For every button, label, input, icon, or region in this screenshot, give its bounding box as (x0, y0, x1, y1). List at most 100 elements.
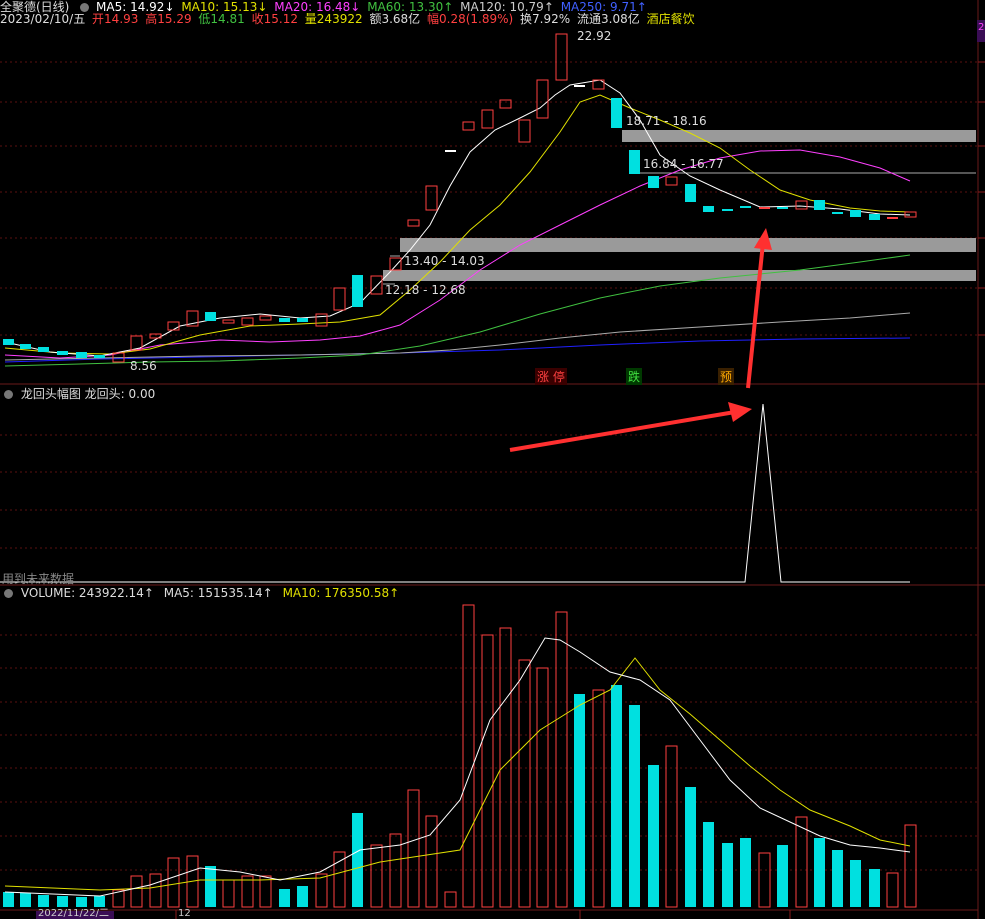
candle-flat[interactable] (887, 217, 898, 219)
volume-bar[interactable] (814, 838, 825, 907)
candle-down[interactable] (3, 339, 14, 345)
volume-bar[interactable] (259, 875, 272, 908)
fall-tag[interactable]: 跌 (626, 368, 643, 385)
candle-up[interactable] (518, 119, 531, 143)
volume-bar[interactable] (425, 815, 438, 908)
candle-flat[interactable] (759, 207, 770, 209)
candle-up[interactable] (481, 109, 494, 129)
volume-bar[interactable] (740, 838, 751, 907)
limit-up-tag[interactable]: 涨 停 (535, 368, 567, 385)
candle-up[interactable] (407, 219, 420, 227)
volume-bar[interactable] (297, 886, 308, 907)
volume-bar[interactable] (629, 705, 640, 907)
candle-up[interactable] (370, 275, 383, 295)
candle-flat[interactable] (740, 206, 751, 208)
volume-bar[interactable] (592, 689, 605, 908)
candle-down[interactable] (94, 355, 105, 358)
candle-down[interactable] (648, 176, 659, 188)
candle-flat[interactable] (445, 150, 456, 152)
chevron-down-icon[interactable] (4, 390, 13, 399)
candle-down[interactable] (205, 312, 216, 321)
kline-chart-canvas[interactable] (0, 0, 985, 919)
candle-up[interactable] (462, 121, 475, 131)
volume-bar[interactable] (869, 869, 880, 907)
candle-flat[interactable] (722, 209, 733, 211)
pre-tag[interactable]: 预 (718, 368, 735, 385)
candle-up[interactable] (259, 315, 272, 321)
volume-bar[interactable] (850, 860, 861, 907)
volume-bar[interactable] (407, 789, 420, 908)
candle-down[interactable] (611, 98, 622, 128)
volume-bar[interactable] (3, 892, 14, 907)
candle-up[interactable] (536, 79, 549, 119)
candle-down[interactable] (76, 352, 87, 358)
volume-bar[interactable] (685, 787, 696, 907)
volume-bar[interactable] (57, 896, 68, 907)
candle-down[interactable] (629, 150, 640, 174)
indicator-title[interactable]: 龙回头幅图 (21, 387, 81, 401)
volume-bar[interactable] (832, 850, 843, 907)
volume-bar[interactable] (665, 745, 678, 908)
candle-up[interactable] (222, 319, 235, 324)
volume-bar[interactable] (462, 604, 475, 908)
volume-bar[interactable] (167, 857, 180, 908)
candle-up[interactable] (665, 176, 678, 186)
volume-bar[interactable] (904, 824, 917, 908)
volume-bar[interactable] (38, 895, 49, 907)
candlesticks[interactable] (3, 33, 917, 363)
time-axis (0, 909, 978, 919)
volume-bar[interactable] (333, 851, 346, 908)
volume-bar[interactable] (205, 866, 216, 907)
candle-up[interactable] (389, 257, 402, 271)
volume-bar[interactable] (279, 889, 290, 907)
volume-bar[interactable] (536, 667, 549, 908)
candle-down[interactable] (279, 318, 290, 322)
volume-bar[interactable] (130, 875, 143, 908)
candle-down[interactable] (869, 214, 880, 220)
volume-bar[interactable] (795, 816, 808, 908)
volume-bar[interactable] (76, 897, 87, 907)
volume-bar[interactable] (648, 765, 659, 907)
candle-down[interactable] (703, 206, 714, 212)
candle-down[interactable] (814, 200, 825, 210)
volume-bar[interactable] (758, 852, 771, 908)
candle-down[interactable] (20, 344, 31, 349)
candle-down[interactable] (38, 347, 49, 352)
volume-bar[interactable] (555, 611, 568, 908)
candle-flat[interactable] (832, 212, 843, 214)
volume-bar[interactable] (611, 685, 622, 907)
candle-up[interactable] (795, 200, 808, 210)
volume-bar[interactable] (315, 873, 328, 908)
volume-bar[interactable] (886, 872, 899, 908)
candle-down[interactable] (850, 210, 861, 217)
candle-down[interactable] (57, 351, 68, 355)
volume-bar[interactable] (241, 875, 254, 908)
candle-up[interactable] (167, 321, 180, 331)
candle-flat[interactable] (777, 207, 788, 209)
volume-bar[interactable] (444, 891, 457, 908)
volume-bar[interactable] (370, 844, 383, 908)
volume-bar[interactable] (574, 694, 585, 907)
volume-bar[interactable] (94, 896, 105, 907)
candle-up[interactable] (499, 99, 512, 109)
candle-up[interactable] (425, 185, 438, 211)
volume-bar[interactable] (352, 813, 363, 907)
volume-bars[interactable] (3, 604, 917, 908)
candle-up[interactable] (333, 287, 346, 311)
candle-up[interactable] (315, 313, 328, 327)
volume-bar[interactable] (777, 845, 788, 907)
candle-down[interactable] (352, 275, 363, 307)
chevron-down-icon[interactable] (4, 589, 13, 598)
volume-bar[interactable] (722, 843, 733, 907)
candle-up[interactable] (241, 317, 254, 326)
candle-up[interactable] (555, 33, 568, 81)
volume-bar[interactable] (222, 879, 235, 908)
volume-bar[interactable] (703, 822, 714, 907)
volume-bar[interactable] (149, 873, 162, 908)
volume-ma10-line (4, 657, 911, 891)
candle-down[interactable] (297, 318, 308, 322)
volume-bar[interactable] (20, 893, 31, 907)
candle-down[interactable] (685, 184, 696, 202)
candle-flat[interactable] (574, 85, 585, 87)
volume-bar[interactable] (481, 634, 494, 908)
